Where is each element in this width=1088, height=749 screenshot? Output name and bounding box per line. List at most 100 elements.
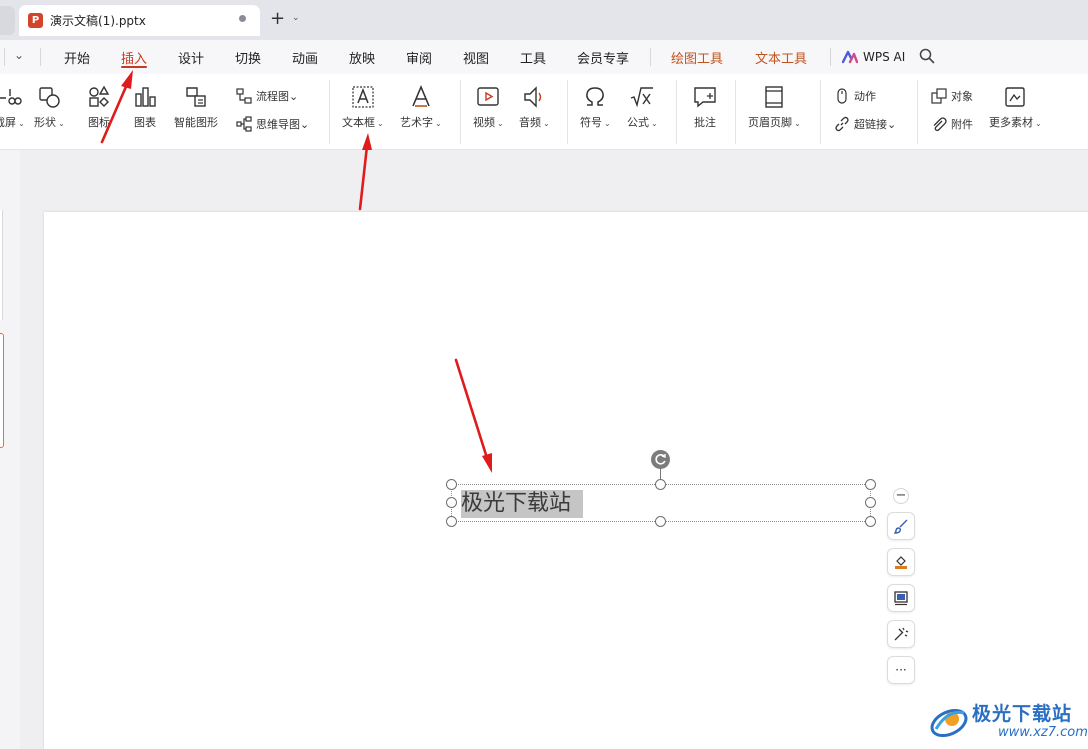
action-button[interactable]: 动作 (834, 88, 876, 104)
tab-insert[interactable]: 插入 (121, 48, 147, 67)
resize-handle-right[interactable] (865, 497, 876, 508)
resize-handle-bottom-right[interactable] (865, 516, 876, 527)
document-title: 演示文稿(1).pptx (50, 14, 146, 28)
collapse-ribbon-icon[interactable]: ⌄ (14, 48, 24, 62)
slide-thumbnail[interactable] (0, 210, 3, 320)
header-footer-icon (765, 86, 784, 108)
tab-transition[interactable]: 切换 (235, 48, 261, 67)
watermark-logo-icon (930, 708, 968, 738)
omega-icon (586, 87, 605, 106)
menu-divider (830, 48, 831, 66)
video-button[interactable]: 视频 ⌄ (473, 84, 504, 130)
hyperlink-button[interactable]: 超链接 ⌄ (834, 116, 896, 132)
document-tab[interactable]: P 演示文稿(1).pptx (19, 5, 260, 36)
paint-bucket-icon (895, 556, 907, 569)
shape-button[interactable]: 形状 ⌄ (34, 84, 65, 130)
mindmap-icon (236, 116, 252, 132)
comment-button[interactable]: 批注 (692, 84, 718, 130)
rotate-handle-icon[interactable] (651, 450, 670, 469)
textbox-content[interactable]: 极光下载站 (461, 490, 584, 518)
tab-tools[interactable]: 工具 (520, 48, 546, 67)
formula-label: 公式 (627, 116, 649, 129)
formula-button[interactable]: 公式 ⌄ (627, 84, 658, 130)
unsaved-dot-icon[interactable] (239, 15, 246, 22)
wordart-button[interactable]: 艺术字 ⌄ (400, 84, 442, 130)
attachment-button[interactable]: 附件 (931, 116, 973, 132)
screenshot-button[interactable]: 截屏⌄ (0, 84, 25, 130)
comment-label: 批注 (694, 116, 716, 129)
sqrt-icon (631, 87, 654, 108)
object-button[interactable]: 对象 (931, 88, 973, 104)
hyperlink-label: 超链接 (854, 118, 887, 131)
collapse-float-toolbar-button[interactable]: − (893, 488, 909, 504)
watermark-url: www.xz7.com (998, 725, 1088, 740)
resize-handle-bottom[interactable] (655, 516, 666, 527)
wordart-label: 艺术字 (400, 116, 433, 129)
chevron-down-icon: ⌄ (604, 119, 611, 128)
watermark-title: 极光下载站 (972, 703, 1073, 725)
tab-home[interactable]: 开始 (64, 48, 90, 67)
tab-drawing-tools[interactable]: 绘图工具 (671, 48, 723, 67)
audio-button[interactable]: 音频 ⌄ (519, 84, 550, 130)
new-tab-menu-icon[interactable]: ⌄ (292, 13, 300, 23)
wps-ai-label: WPS AI (863, 50, 906, 64)
paperclip-icon (933, 117, 947, 132)
tab-design[interactable]: 设计 (178, 48, 204, 67)
tab-text-tools[interactable]: 文本工具 (755, 48, 807, 67)
chevron-down-icon: ⌄ (497, 119, 504, 128)
menu-bar: ⌄ 开始 插入 设计 切换 动画 放映 审阅 视图 工具 会员专享 绘图工具 文… (0, 40, 1088, 74)
attachment-label: 附件 (951, 118, 973, 131)
textbox-label: 文本框 (342, 116, 375, 129)
bar-chart-icon (135, 87, 156, 107)
search-icon[interactable] (918, 47, 936, 65)
outline-button[interactable] (887, 584, 915, 612)
fill-color-button[interactable] (887, 548, 915, 576)
chart-button[interactable]: 图表 (132, 84, 158, 130)
icon-button[interactable]: 图标 (86, 84, 112, 130)
menu-divider (650, 48, 651, 66)
chevron-down-icon: ⌄ (58, 119, 65, 128)
new-tab-button[interactable]: + (270, 9, 285, 29)
previous-tab[interactable] (0, 6, 15, 35)
tab-slideshow[interactable]: 放映 (349, 48, 375, 67)
flowchart-button[interactable]: 流程图 ⌄ (236, 88, 298, 104)
format-painter-button[interactable] (887, 512, 915, 540)
header-footer-button[interactable]: 页眉页脚 ⌄ (748, 84, 801, 130)
tab-review[interactable]: 审阅 (406, 48, 432, 67)
chevron-down-icon: ⌄ (289, 89, 299, 103)
resize-handle-top-left[interactable] (446, 479, 457, 490)
textbox-button[interactable]: 文本框 ⌄ (342, 84, 384, 130)
slide-thumbnail-selected[interactable] (0, 333, 4, 448)
chevron-down-icon: ⌄ (377, 119, 384, 128)
ribbon-divider (460, 80, 461, 144)
ribbon-divider (676, 80, 677, 144)
icon-label: 图标 (88, 116, 110, 129)
magic-wand-icon (894, 627, 909, 641)
menu-divider (4, 48, 5, 66)
more-options-button[interactable]: ··· (887, 656, 915, 684)
shape-label: 形状 (34, 116, 56, 129)
smart-art-button[interactable]: 智能图形 (174, 84, 218, 130)
tab-view[interactable]: 视图 (463, 48, 489, 67)
material-icon (1005, 87, 1026, 107)
chevron-down-icon: ⌄ (1035, 119, 1042, 128)
icons-icon (89, 85, 110, 107)
symbol-button[interactable]: 符号 ⌄ (580, 84, 611, 130)
more-icon: ··· (895, 663, 907, 677)
wps-ai-button[interactable]: WPS AI (842, 47, 905, 67)
smart-tools-button[interactable] (887, 620, 915, 648)
resize-handle-top[interactable] (655, 479, 666, 490)
ppt-file-icon: P (28, 13, 43, 28)
resize-handle-bottom-left[interactable] (446, 516, 457, 527)
tab-animation[interactable]: 动画 (292, 48, 318, 67)
video-label: 视频 (473, 116, 495, 129)
menu-divider (40, 48, 41, 66)
more-material-button[interactable]: 更多素材 ⌄ (989, 84, 1042, 130)
ribbon-insert: 截屏⌄ 形状⌄ 图标 图表 智能图形 (0, 74, 1088, 150)
mindmap-button[interactable]: 思维导图 ⌄ (236, 116, 309, 132)
audio-label: 音频 (519, 116, 541, 129)
resize-handle-left[interactable] (446, 497, 457, 508)
slide-canvas[interactable] (44, 212, 1088, 749)
tab-member[interactable]: 会员专享 (577, 48, 629, 67)
resize-handle-top-right[interactable] (865, 479, 876, 490)
